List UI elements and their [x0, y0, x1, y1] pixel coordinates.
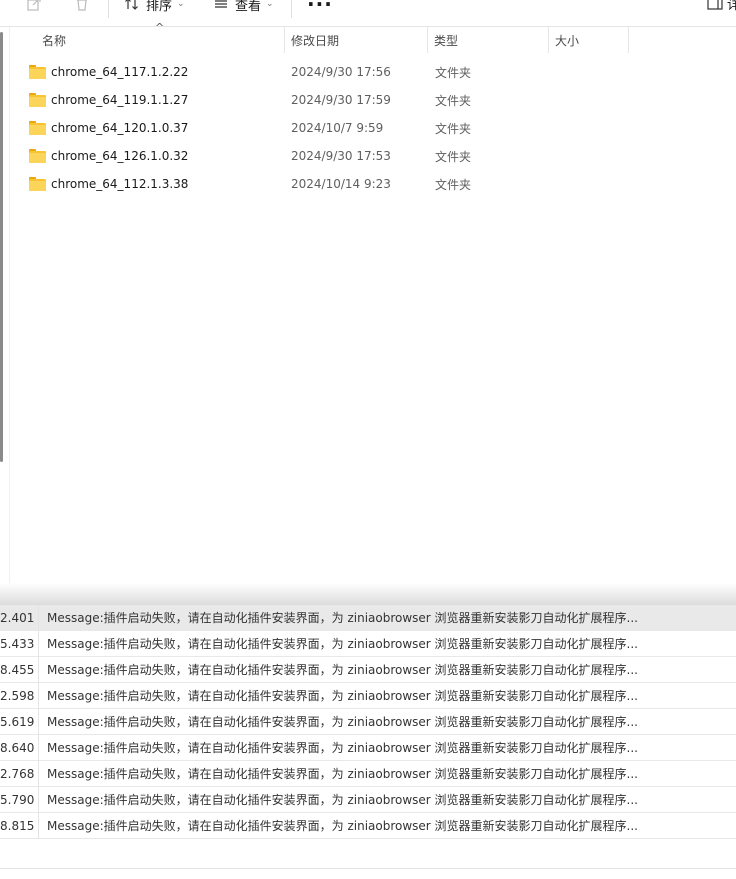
file-name: chrome_64_126.1.0.32 [51, 149, 189, 163]
view-button[interactable]: 查看 ⌄ [213, 0, 274, 16]
folder-icon [29, 121, 46, 135]
column-type-label: 类型 [434, 33, 459, 48]
log-row[interactable]: 2.768 Message:插件启动失败，请在自动化插件安装界面，为 zinia… [0, 760, 736, 787]
log-time: 2.598 [0, 682, 39, 709]
log-row[interactable]: 2.401 Message:插件启动失败，请在自动化插件安装界面，为 zinia… [0, 604, 736, 631]
file-name: chrome_64_119.1.1.27 [51, 93, 189, 107]
trash-icon [77, 0, 87, 11]
column-header-type[interactable]: 类型 [428, 27, 549, 53]
log-row[interactable]: 5.619 Message:插件启动失败，请在自动化插件安装界面，为 zinia… [0, 708, 736, 735]
delete-button[interactable] [74, 0, 90, 16]
log-time: 5.433 [0, 630, 39, 657]
more-icon: ··· [307, 0, 333, 16]
log-time: 2.768 [0, 760, 39, 787]
details-label: 详 [727, 0, 736, 13]
log-panel: 2.401 Message:插件启动失败，请在自动化插件安装界面，为 zinia… [0, 583, 736, 879]
file-name: chrome_64_112.1.3.38 [51, 177, 189, 191]
file-name: chrome_64_120.1.0.37 [51, 121, 189, 135]
log-time: 8.815 [0, 812, 39, 839]
view-icon [215, 0, 227, 8]
file-date: 2024/9/30 17:53 [291, 149, 391, 163]
toolbar-divider [108, 0, 109, 18]
log-row[interactable]: 2.598 Message:插件启动失败，请在自动化插件安装界面，为 zinia… [0, 682, 736, 709]
file-row[interactable]: chrome_64_120.1.0.37 2024/10/7 9:59 文件夹 [29, 114, 629, 142]
pane-divider [9, 27, 10, 583]
file-name: chrome_64_117.1.2.22 [51, 65, 189, 79]
chevron-down-icon: ⌄ [266, 0, 274, 9]
log-message: Message:插件启动失败，请在自动化插件安装界面，为 ziniaobrows… [47, 637, 638, 651]
log-message: Message:插件启动失败，请在自动化插件安装界面，为 ziniaobrows… [47, 663, 638, 677]
file-row[interactable]: chrome_64_112.1.3.38 2024/10/14 9:23 文件夹 [29, 170, 629, 198]
file-type: 文件夹 [435, 149, 472, 164]
view-label: 查看 [235, 0, 262, 14]
share-button[interactable] [26, 0, 42, 16]
column-header-size[interactable]: 大小 [549, 27, 629, 53]
log-time: 2.401 [0, 604, 39, 631]
log-message: Message:插件启动失败，请在自动化插件安装界面，为 ziniaobrows… [47, 819, 638, 833]
file-type: 文件夹 [435, 121, 472, 136]
file-explorer: 排序 ⌄ 查看 ⌄ ··· 详 ^ 名称 修改日期 类型 大小 [0, 0, 736, 583]
sort-button[interactable]: 排序 ⌄ [124, 0, 185, 16]
log-message: Message:插件启动失败，请在自动化插件安装界面，为 ziniaobrows… [47, 611, 638, 625]
details-button[interactable]: 详 [707, 0, 736, 13]
more-options-button[interactable]: ··· [307, 0, 333, 16]
log-time: 8.640 [0, 734, 39, 761]
command-bar: 排序 ⌄ 查看 ⌄ ··· 详 [0, 0, 736, 27]
log-row[interactable]: 8.640 Message:插件启动失败，请在自动化插件安装界面，为 zinia… [0, 734, 736, 761]
file-type: 文件夹 [435, 93, 472, 108]
log-panel-divider [0, 868, 736, 869]
folder-icon [29, 65, 46, 79]
sort-icon [125, 0, 138, 10]
column-name-label: 名称 [42, 33, 67, 48]
log-message: Message:插件启动失败，请在自动化插件安装界面，为 ziniaobrows… [47, 741, 638, 755]
file-row[interactable]: chrome_64_117.1.2.22 2024/9/30 17:56 文件夹 [29, 58, 629, 86]
log-message: Message:插件启动失败，请在自动化插件安装界面，为 ziniaobrows… [47, 767, 638, 781]
column-header-name[interactable]: 名称 [36, 27, 285, 53]
log-message: Message:插件启动失败，请在自动化插件安装界面，为 ziniaobrows… [47, 715, 638, 729]
log-row[interactable]: 8.815 Message:插件启动失败，请在自动化插件安装界面，为 zinia… [0, 812, 736, 839]
log-time: 8.455 [0, 656, 39, 683]
log-row[interactable]: 8.455 Message:插件启动失败，请在自动化插件安装界面，为 zinia… [0, 656, 736, 683]
nav-pane-scrollbar[interactable] [0, 32, 3, 462]
column-size-label: 大小 [555, 33, 580, 48]
file-date: 2024/9/30 17:56 [291, 65, 391, 79]
log-row[interactable]: 5.433 Message:插件启动失败，请在自动化插件安装界面，为 zinia… [0, 630, 736, 657]
folder-icon [29, 177, 46, 191]
file-type: 文件夹 [435, 65, 472, 80]
toolbar-divider [291, 0, 292, 18]
file-date: 2024/10/7 9:59 [291, 121, 384, 135]
chevron-down-icon: ⌄ [177, 0, 185, 9]
file-type: 文件夹 [435, 177, 472, 192]
file-row[interactable]: chrome_64_119.1.1.27 2024/9/30 17:59 文件夹 [29, 86, 629, 114]
column-header-row: ^ 名称 修改日期 类型 大小 [0, 21, 736, 53]
details-pane-icon [707, 0, 723, 10]
log-time: 5.619 [0, 708, 39, 735]
folder-icon [29, 93, 46, 107]
log-time: 5.790 [0, 786, 39, 813]
log-panel-shade [0, 583, 736, 605]
folder-icon [29, 149, 46, 163]
file-date: 2024/9/30 17:59 [291, 93, 391, 107]
column-header-date[interactable]: 修改日期 [285, 27, 428, 53]
file-row[interactable]: chrome_64_126.1.0.32 2024/9/30 17:53 文件夹 [29, 142, 629, 170]
share-icon [27, 0, 41, 11]
log-message: Message:插件启动失败，请在自动化插件安装界面，为 ziniaobrows… [47, 793, 638, 807]
sort-label: 排序 [146, 0, 173, 14]
log-row[interactable]: 5.790 Message:插件启动失败，请在自动化插件安装界面，为 zinia… [0, 786, 736, 813]
column-date-label: 修改日期 [291, 33, 340, 48]
log-message: Message:插件启动失败，请在自动化插件安装界面，为 ziniaobrows… [47, 689, 638, 703]
file-date: 2024/10/14 9:23 [291, 177, 391, 191]
